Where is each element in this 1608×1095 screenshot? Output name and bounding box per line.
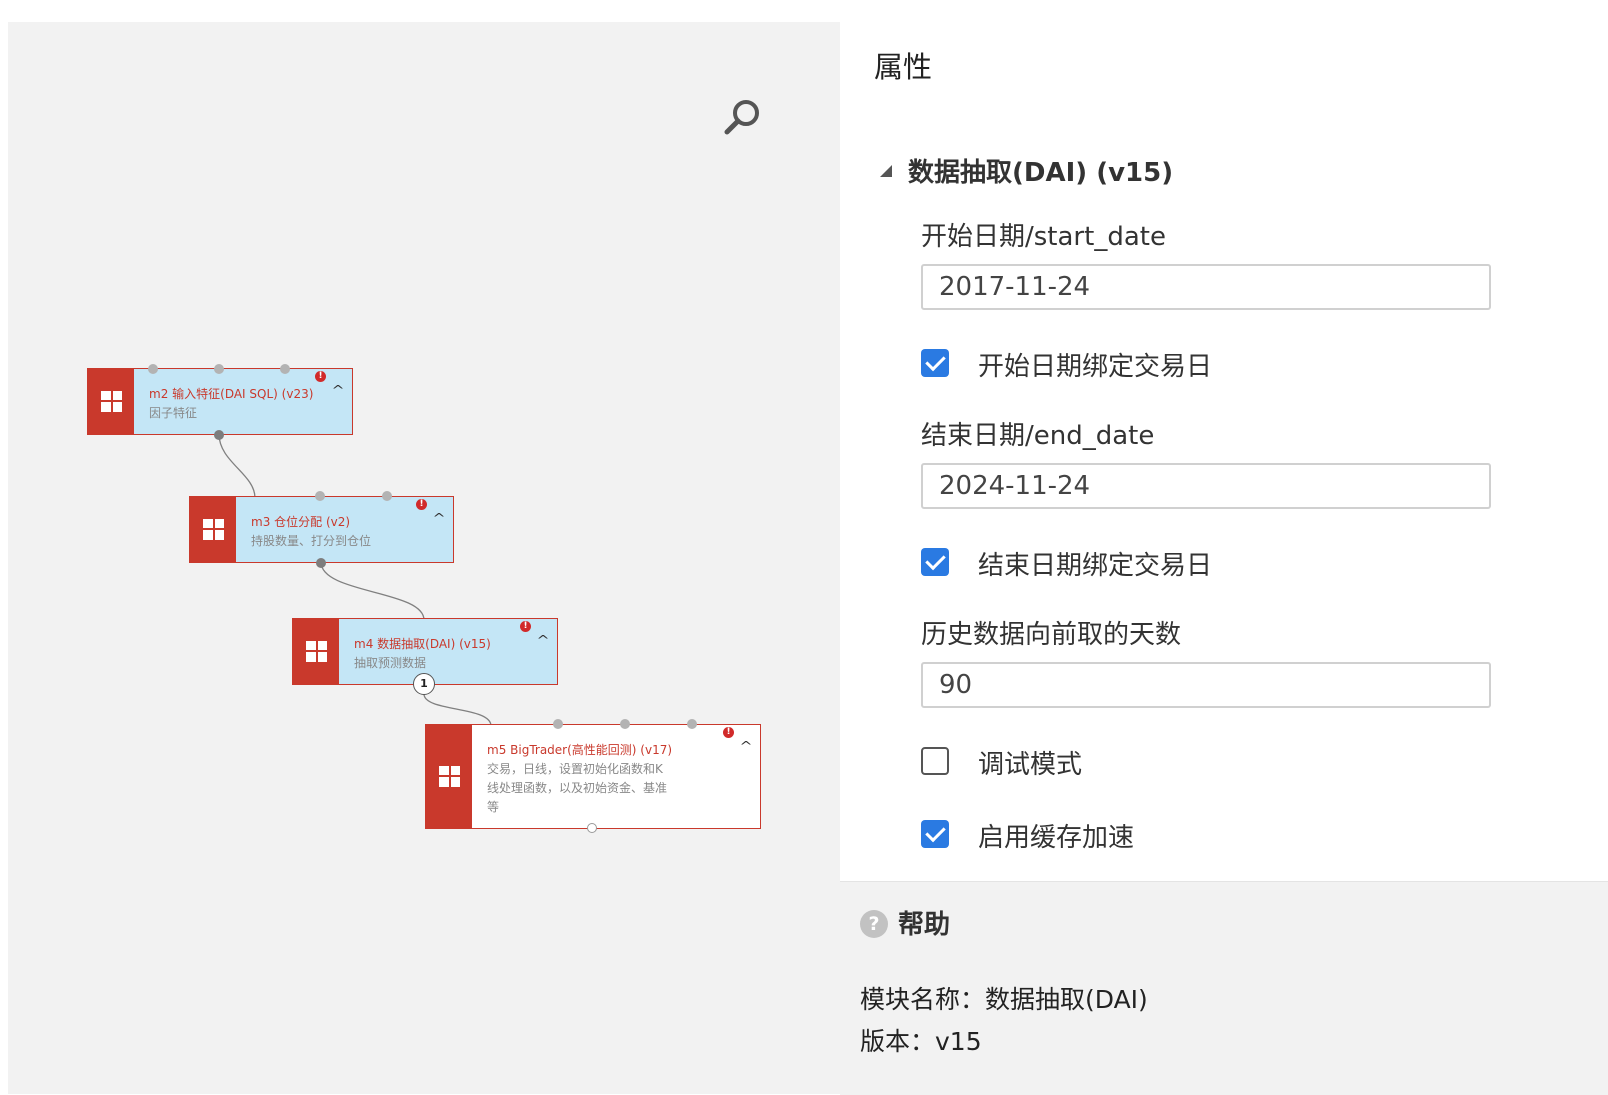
checkbox-checked[interactable] <box>921 820 949 848</box>
module-node-m5[interactable]: m5 BigTrader(高性能回测) (v17) 交易，日线，设置初始化函数和… <box>425 724 761 829</box>
error-icon: ! <box>723 727 734 738</box>
output-port[interactable] <box>587 823 597 833</box>
node-desc: 抽取预测数据 <box>354 656 427 670</box>
end-date-label: 结束日期/end_date <box>921 421 1155 451</box>
history-days-input[interactable] <box>921 662 1491 708</box>
checkbox-unchecked[interactable] <box>921 747 949 775</box>
module-node-m3[interactable]: m3 仓位分配 (v2) 持股数量、打分到仓位 ^ ! <box>189 496 454 563</box>
start-date-input[interactable] <box>921 264 1491 310</box>
help-version: 版本：v15 <box>860 1027 982 1056</box>
input-port[interactable] <box>315 491 325 501</box>
checkbox-label: 结束日期绑定交易日 <box>978 551 1213 581</box>
start-date-label: 开始日期/start_date <box>921 222 1166 252</box>
windows-icon <box>439 765 460 787</box>
section-title: 数据抽取(DAI) (v15) <box>908 158 1174 188</box>
input-port[interactable] <box>553 719 563 729</box>
checkbox-label: 启用缓存加速 <box>978 823 1135 853</box>
section-header[interactable]: 数据抽取(DAI) (v15) <box>880 152 1173 189</box>
input-port[interactable] <box>214 364 224 374</box>
module-node-m2[interactable]: m2 输入特征(DAI SQL) (v23) 因子特征 ^ ! <box>87 368 353 435</box>
checkbox-checked[interactable] <box>921 548 949 576</box>
collapse-chevron-icon[interactable]: ^ <box>536 633 549 647</box>
history-days-label: 历史数据向前取的天数 <box>921 620 1182 650</box>
workflow-canvas[interactable]: m2 输入特征(DAI SQL) (v23) 因子特征 ^ ! m3 仓位分配 … <box>8 22 840 1094</box>
help-module-name: 模块名称：数据抽取(DAI) <box>860 985 1148 1014</box>
node-title: m5 BigTrader(高性能回测) (v17) <box>487 743 673 757</box>
windows-icon <box>306 640 327 662</box>
collapse-chevron-icon[interactable]: ^ <box>432 511 445 525</box>
module-tile <box>190 497 236 562</box>
node-title: m2 输入特征(DAI SQL) (v23) <box>149 387 314 401</box>
panel-title: 属性 <box>874 50 933 84</box>
module-tile <box>426 725 472 828</box>
output-port[interactable] <box>316 558 326 568</box>
windows-icon <box>101 390 122 412</box>
collapse-chevron-icon[interactable]: ^ <box>331 383 344 397</box>
help-section: ? 帮助 模块名称：数据抽取(DAI) 版本：v15 <box>840 881 1608 1095</box>
checkbox-label: 开始日期绑定交易日 <box>978 352 1213 382</box>
module-tile <box>88 369 134 434</box>
checkbox-label: 调试模式 <box>978 750 1083 780</box>
error-icon: ! <box>416 499 427 510</box>
input-port[interactable] <box>382 491 392 501</box>
output-port[interactable] <box>214 430 224 440</box>
node-title: m4 数据抽取(DAI) (v15) <box>354 637 491 651</box>
collapse-triangle-icon[interactable] <box>880 164 892 177</box>
end-date-input[interactable] <box>921 463 1491 509</box>
windows-icon <box>203 518 224 540</box>
collapse-chevron-icon[interactable]: ^ <box>739 739 752 753</box>
node-title: m3 仓位分配 (v2) <box>251 515 351 529</box>
properties-panel: 属性 数据抽取(DAI) (v15) 开始日期/start_date 开始日期绑… <box>840 0 1608 1095</box>
search-icon[interactable] <box>720 96 768 144</box>
error-icon: ! <box>520 621 531 632</box>
node-desc: 交易，日线，设置初始化函数和K线处理函数，以及初始资金、基准等 <box>487 762 668 814</box>
node-desc: 持股数量、打分到仓位 <box>251 534 372 548</box>
help-icon: ? <box>860 910 888 938</box>
error-icon: ! <box>315 371 326 382</box>
output-count-badge[interactable]: 1 <box>413 673 435 695</box>
input-port[interactable] <box>620 719 630 729</box>
help-title: 帮助 <box>898 910 951 940</box>
checkbox-checked[interactable] <box>921 349 949 377</box>
node-desc: 因子特征 <box>149 406 198 420</box>
input-port[interactable] <box>148 364 158 374</box>
input-port[interactable] <box>687 719 697 729</box>
module-tile <box>293 619 339 684</box>
input-port[interactable] <box>280 364 290 374</box>
